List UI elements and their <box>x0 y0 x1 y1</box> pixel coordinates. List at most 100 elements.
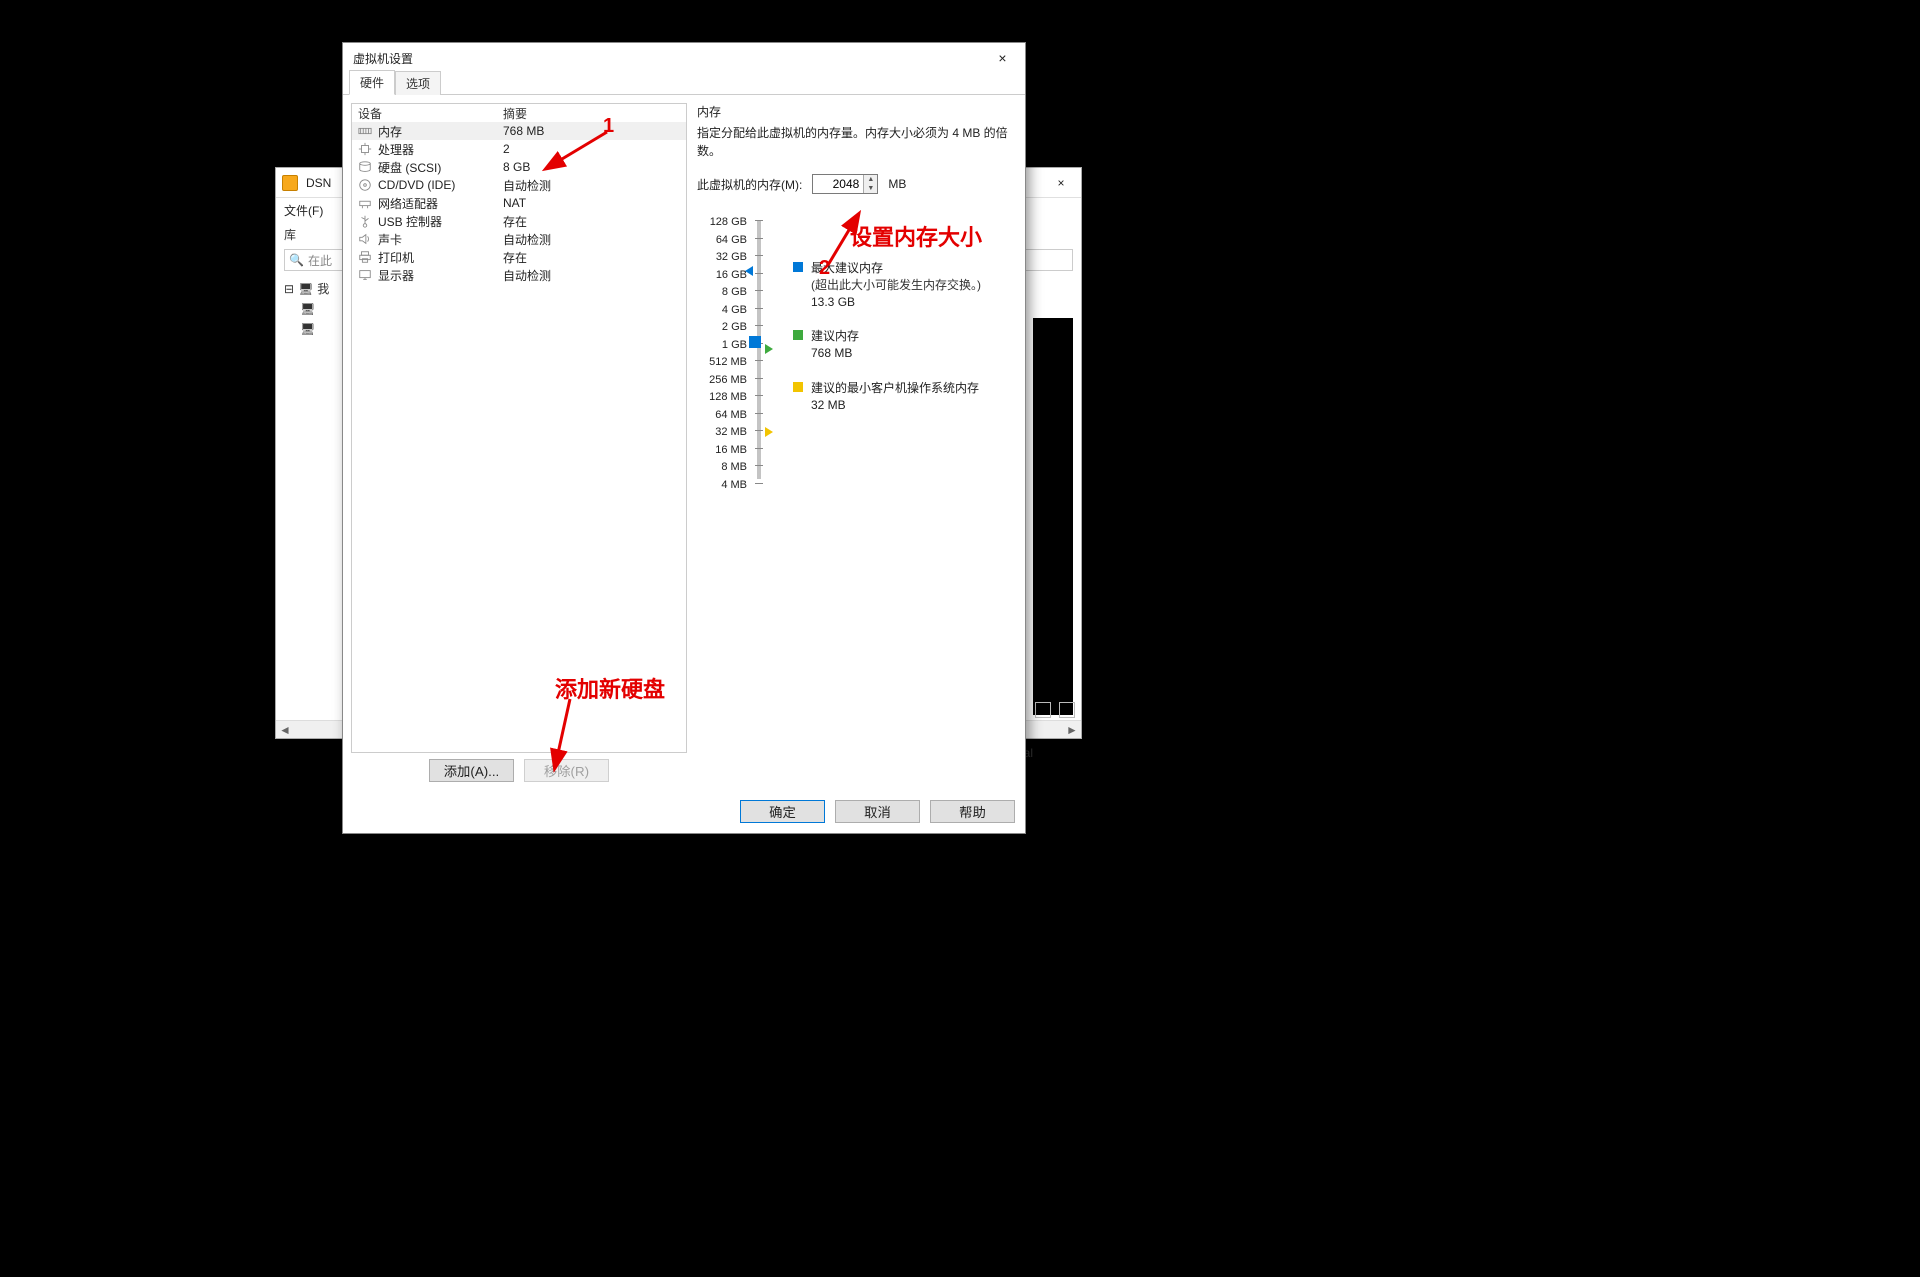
device-row[interactable]: CD/DVD (IDE)自动检测 <box>352 176 686 194</box>
memory-tick-label: 256 MB <box>697 372 747 390</box>
help-button[interactable]: 帮助 <box>930 800 1015 823</box>
col-summary: 摘要 <box>503 105 680 122</box>
tab-hardware[interactable]: 硬件 <box>349 70 395 95</box>
device-name: 打印机 <box>378 249 414 266</box>
tab-hardware-label: 硬件 <box>360 76 384 90</box>
device-name: 处理器 <box>378 141 414 158</box>
device-row[interactable]: 显示器 自动检测 <box>352 266 686 284</box>
memory-tick-label: 128 GB <box>697 214 747 232</box>
status-icon <box>1035 702 1051 718</box>
device-row[interactable]: 网络适配器NAT <box>352 194 686 212</box>
memory-unit: MB <box>888 177 906 191</box>
memory-label: 此虚拟机的内存(M): <box>697 176 802 193</box>
memory-tick-label: 16 GB <box>697 267 747 285</box>
memory-input[interactable] <box>813 175 863 193</box>
memory-spinner[interactable]: ▲ ▼ <box>812 174 878 194</box>
tree-root[interactable]: 我 <box>317 279 329 299</box>
device-name: USB 控制器 <box>378 213 442 230</box>
memory-tick-label: 1 GB <box>697 337 747 355</box>
max-recommended-marker-icon <box>745 266 753 276</box>
device-name: 显示器 <box>378 267 414 284</box>
net-icon <box>358 196 372 210</box>
memory-scale-track[interactable] <box>747 214 775 494</box>
memory-tick-label: 32 MB <box>697 424 747 442</box>
legend-rec-title: 建议内存 <box>811 328 859 345</box>
legend-green-icon <box>793 330 803 340</box>
device-summary: 存在 <box>503 213 680 230</box>
legend-max-note: (超出此大小可能发生内存交换。) <box>811 277 981 294</box>
memory-section-title: 内存 <box>697 103 1017 120</box>
memory-tick-label: 8 MB <box>697 459 747 477</box>
add-button-label: 添加(A)... <box>444 761 500 780</box>
dialog-title: 虚拟机设置 <box>353 50 413 67</box>
memory-tick-label: 4 MB <box>697 477 747 495</box>
bg-title: DSN <box>306 176 331 190</box>
dialog-close-button[interactable]: × <box>980 43 1025 73</box>
col-device: 设备 <box>358 105 503 122</box>
cancel-button-label: 取消 <box>864 802 891 821</box>
ok-button-label: 确定 <box>769 802 796 821</box>
legend-rec-value: 768 MB <box>811 345 859 362</box>
remove-button-label: 移除(R) <box>544 761 589 780</box>
device-row[interactable]: 硬盘 (SCSI)8 GB <box>352 158 686 176</box>
add-hardware-button[interactable]: 添加(A)... <box>429 759 514 782</box>
search-icon: 🔍 <box>289 253 304 267</box>
tab-options[interactable]: 选项 <box>395 71 441 95</box>
device-name: 内存 <box>378 123 402 140</box>
cpu-icon <box>358 142 372 156</box>
device-row[interactable]: 处理器2 <box>352 140 686 158</box>
hdd-icon <box>358 160 372 174</box>
usb-icon <box>358 214 372 228</box>
memory-tick-label: 64 GB <box>697 232 747 250</box>
file-menu[interactable]: 文件(F) <box>284 202 323 219</box>
search-placeholder: 在此 <box>308 252 332 269</box>
device-row[interactable]: 打印机 存在 <box>352 248 686 266</box>
legend-min-value: 32 MB <box>811 397 979 414</box>
spinner-down-icon[interactable]: ▼ <box>864 184 877 193</box>
legend-max-value: 13.3 GB <box>811 294 981 311</box>
recommended-marker-icon <box>765 344 773 354</box>
scroll-right-icon[interactable]: ► <box>1063 721 1081 738</box>
memory-tick-label: 4 GB <box>697 302 747 320</box>
device-summary: 8 GB <box>503 160 680 174</box>
device-row[interactable]: USB 控制器 存在 <box>352 212 686 230</box>
device-row[interactable]: 声卡 自动检测 <box>352 230 686 248</box>
scroll-left-icon[interactable]: ◄ <box>276 721 294 738</box>
memory-tick-label: 2 GB <box>697 319 747 337</box>
remove-hardware-button[interactable]: 移除(R) <box>524 759 609 782</box>
memory-tick-label: 32 GB <box>697 249 747 267</box>
memory-tick-label: 128 MB <box>697 389 747 407</box>
device-name: CD/DVD (IDE) <box>378 178 455 192</box>
cd-icon <box>358 178 372 192</box>
vm-item-icon: 🖥 <box>300 319 315 339</box>
display-icon <box>358 268 372 282</box>
vmware-logo-icon <box>282 175 298 191</box>
bg-close-button[interactable]: × <box>1041 169 1081 197</box>
memory-tick-label: 64 MB <box>697 407 747 425</box>
device-list-panel: 设备 摘要 内存768 MB处理器2硬盘 (SCSI)8 GBCD/DVD (I… <box>351 103 687 753</box>
current-memory-marker-icon[interactable] <box>749 336 761 348</box>
spinner-up-icon[interactable]: ▲ <box>864 175 877 184</box>
device-name: 声卡 <box>378 231 402 248</box>
device-row[interactable]: 内存 768 MB <box>352 122 686 140</box>
memory-tick-label: 8 GB <box>697 284 747 302</box>
memory-scale-labels: 128 GB64 GB32 GB16 GB8 GB4 GB2 GB1 GB512… <box>697 214 747 494</box>
memory-description: 指定分配给此虚拟机的内存量。内存大小必须为 4 MB 的倍数。 <box>697 124 1017 160</box>
vm-item-icon: 🖥 <box>300 299 315 319</box>
device-summary: 自动检测 <box>503 267 680 284</box>
status-icon <box>1059 702 1075 718</box>
legend-blue-icon <box>793 262 803 272</box>
ok-button[interactable]: 确定 <box>740 800 825 823</box>
device-summary: 存在 <box>503 249 680 266</box>
help-button-label: 帮助 <box>959 802 986 821</box>
tab-options-label: 选项 <box>406 77 430 91</box>
device-summary: 768 MB <box>503 124 680 138</box>
printer-icon <box>358 250 372 264</box>
cancel-button[interactable]: 取消 <box>835 800 920 823</box>
legend-yellow-icon <box>793 382 803 392</box>
memory-settings-panel: 内存 指定分配给此虚拟机的内存量。内存大小必须为 4 MB 的倍数。 此虚拟机的… <box>697 103 1017 782</box>
device-name: 网络适配器 <box>378 195 438 212</box>
device-summary: 自动检测 <box>503 231 680 248</box>
memory-tick-label: 16 MB <box>697 442 747 460</box>
memory-legend: 最大建议内存 (超出此大小可能发生内存交换。) 13.3 GB 建议内存 768… <box>793 214 1017 494</box>
